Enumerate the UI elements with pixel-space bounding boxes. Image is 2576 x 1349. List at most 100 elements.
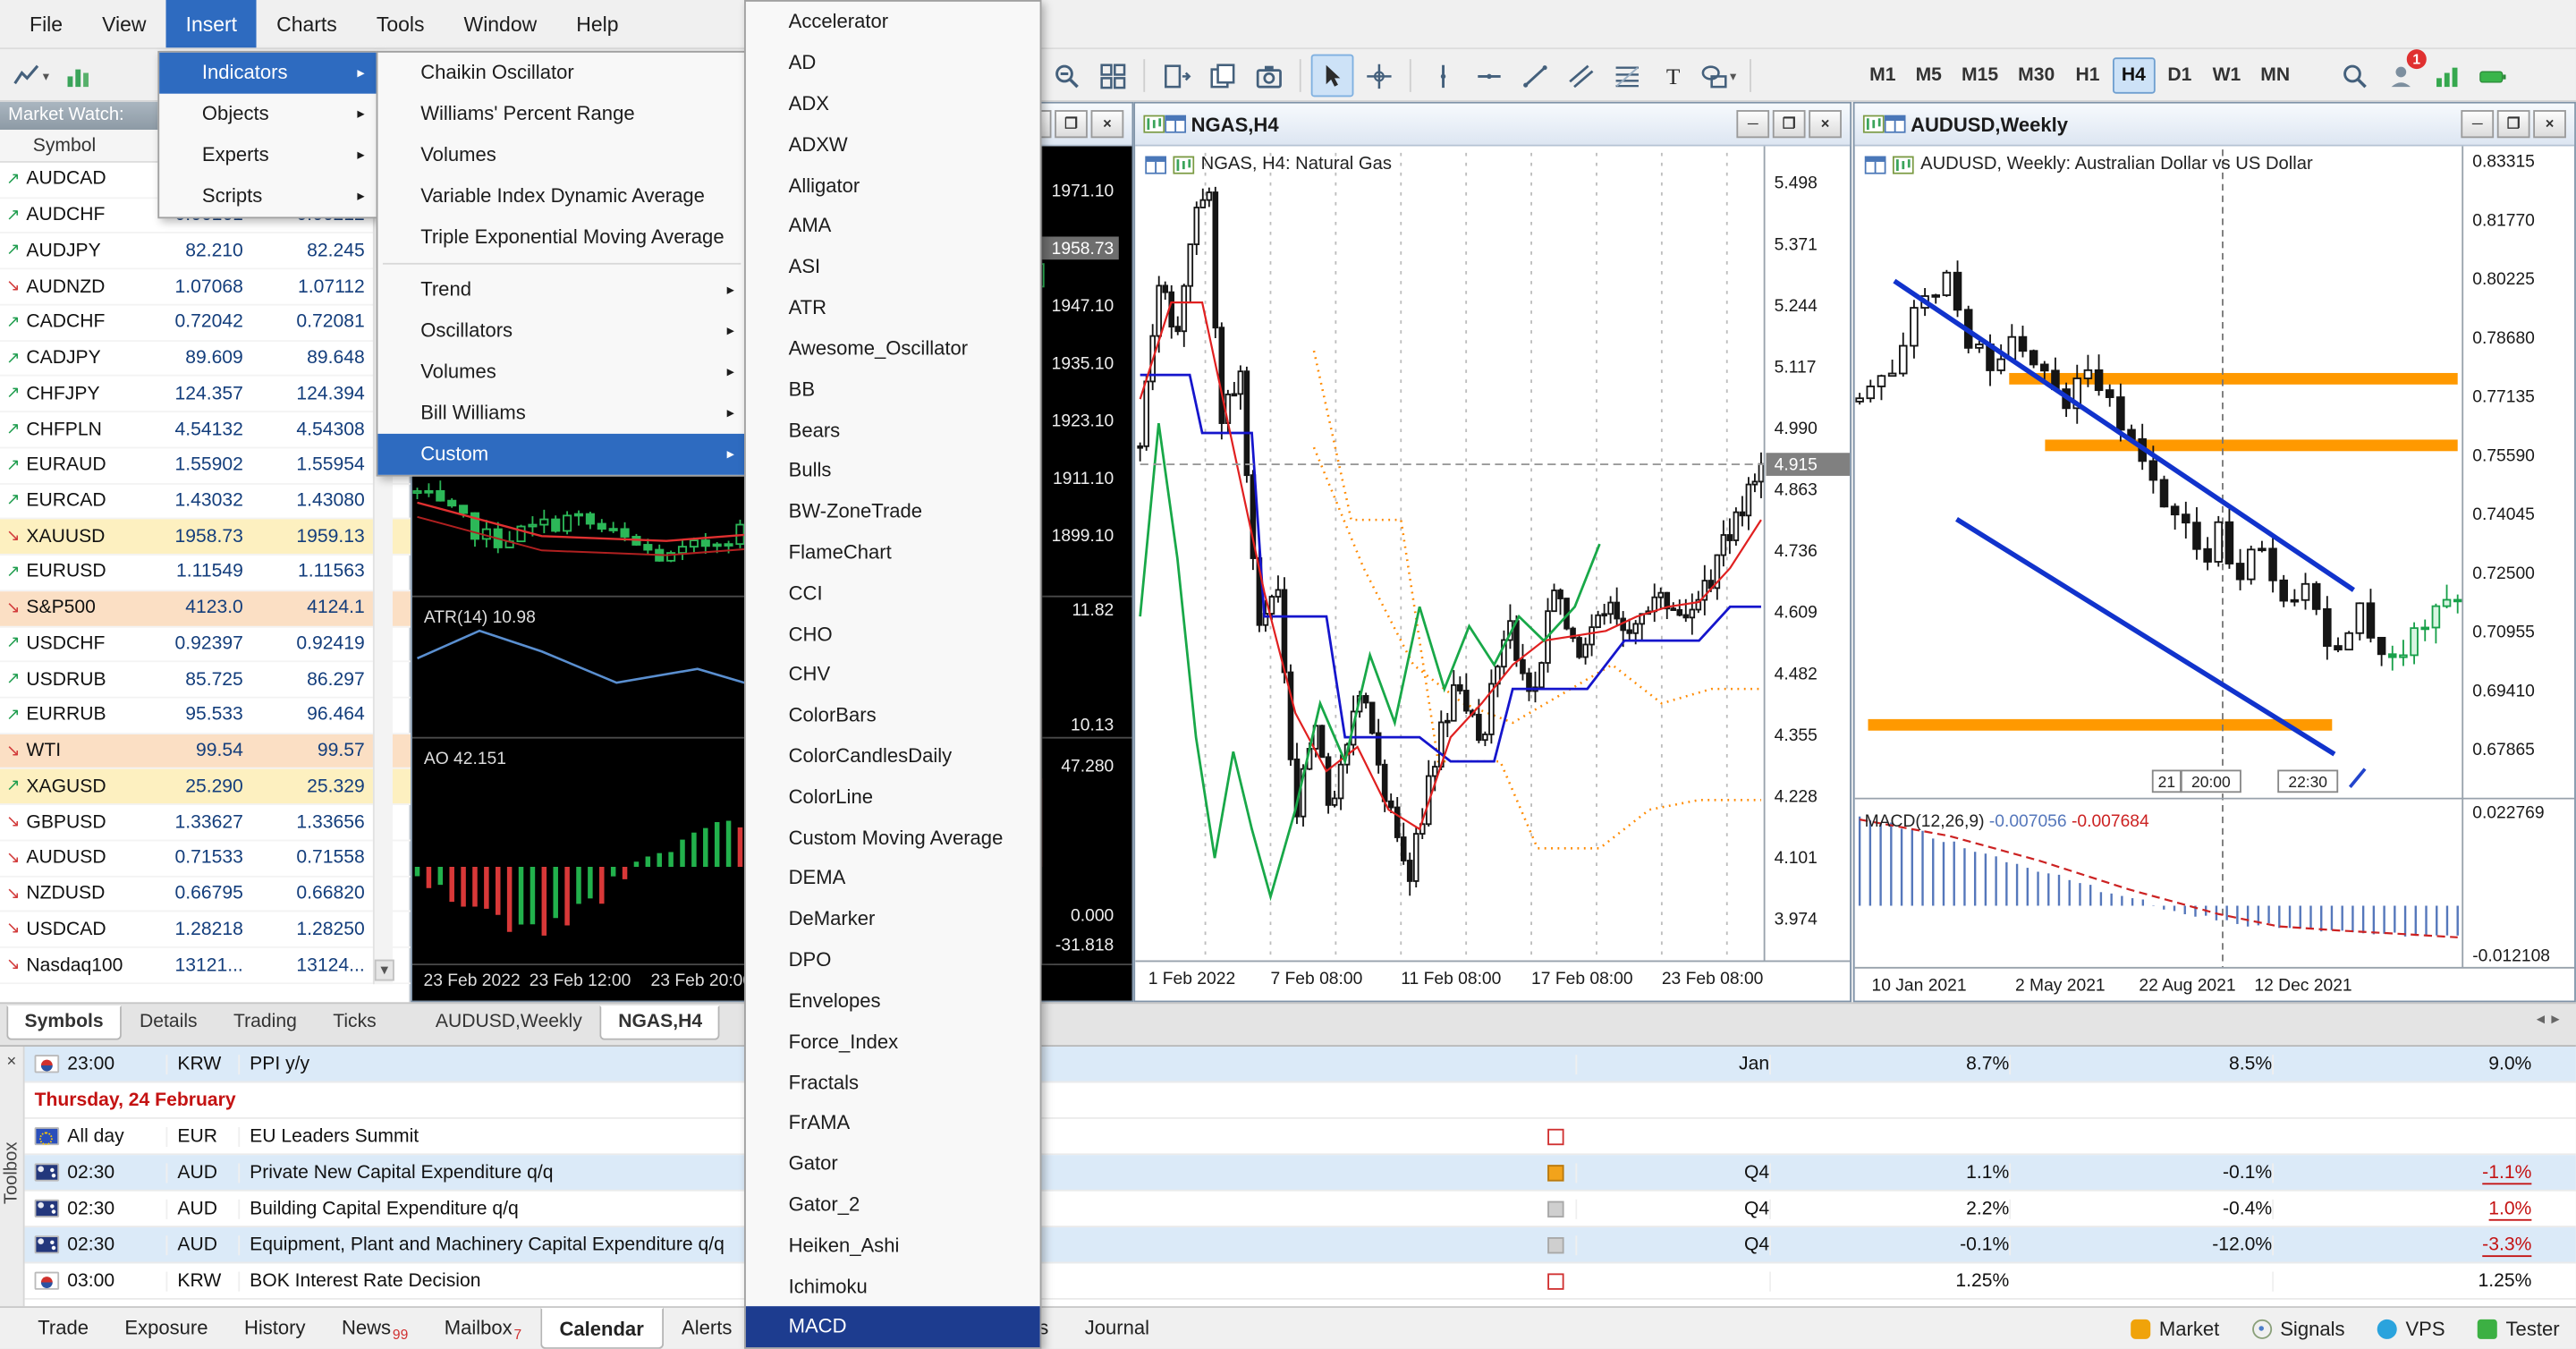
market-watch-row[interactable]: ↘WTI99.5499.57	[0, 734, 411, 770]
custom-indicator-macd[interactable]: MACD	[746, 1306, 1040, 1347]
legend-grid-icon[interactable]	[1865, 156, 1886, 174]
market-watch-row[interactable]: ↘XAUUSD1958.731959.13	[0, 520, 411, 556]
custom-indicator-dpo[interactable]: DPO	[746, 939, 1040, 980]
custom-indicator-gator[interactable]: Gator	[746, 1143, 1040, 1184]
market-watch-row[interactable]: ↗CHFJPY124.357124.394	[0, 377, 411, 412]
custom-indicator-colorbars[interactable]: ColorBars	[746, 695, 1040, 736]
calendar-row[interactable]: 02:30AUDBuilding Capital Expenditure q/q…	[25, 1192, 2576, 1227]
custom-indicator-cci[interactable]: CCI	[746, 573, 1040, 614]
indicator-menu-item[interactable]: Volumes	[377, 135, 745, 176]
close-button[interactable]: ×	[2533, 110, 2566, 138]
custom-indicator-bw-zonetrade[interactable]: BW-ZoneTrade	[746, 491, 1040, 532]
timeframe-mn[interactable]: MN	[2252, 57, 2298, 93]
indicator-menu-item[interactable]: Williams' Percent Range	[377, 94, 745, 135]
market-watch-tab-details[interactable]: Details	[122, 1005, 216, 1040]
toolbox-tab-alerts[interactable]: Alerts	[664, 1308, 750, 1349]
custom-indicator-flamechart[interactable]: FlameChart	[746, 531, 1040, 573]
timeframe-m30[interactable]: M30	[2010, 57, 2063, 93]
insert-menu-item-objects[interactable]: Objects▸	[159, 94, 376, 135]
custom-indicator-adx[interactable]: ADX	[746, 83, 1040, 124]
custom-indicator-colorline[interactable]: ColorLine	[746, 776, 1040, 818]
calendar-row[interactable]	[25, 1300, 2576, 1306]
custom-indicator-demarker[interactable]: DeMarker	[746, 898, 1040, 939]
audusd-chart-canvas[interactable]: AUDUSD, Weekly: Australian Dollar vs US …	[1855, 146, 2574, 1000]
custom-indicator-colorcandlesdaily[interactable]: ColorCandlesDaily	[746, 735, 1040, 776]
calendar-row[interactable]: All dayEUREU Leaders Summit	[25, 1119, 2576, 1155]
market-watch-row[interactable]: ↘S&P5004123.04124.1	[0, 591, 411, 627]
timeframe-h4[interactable]: H4	[2113, 57, 2156, 93]
chart-tab[interactable]: AUDUSD,Weekly	[418, 1005, 600, 1040]
timeframe-m5[interactable]: M5	[1907, 57, 1950, 93]
custom-indicator-alligator[interactable]: Alligator	[746, 165, 1040, 206]
scrollbar-down-button[interactable]: ▼	[375, 960, 394, 981]
market-watch-row[interactable]: ↗CADJPY89.60989.648	[0, 341, 411, 377]
market-watch-row[interactable]: ↘GBPUSD1.336271.33656	[0, 805, 411, 841]
custom-indicator-fractals[interactable]: Fractals	[746, 1062, 1040, 1103]
calendar-row[interactable]: 02:30AUDEquipment, Plant and Machinery C…	[25, 1227, 2576, 1263]
market-watch-row[interactable]: ↘AUDNZD1.070681.07112	[0, 270, 411, 306]
status-item-market[interactable]: Market	[2131, 1317, 2220, 1340]
market-watch-row[interactable]: ↗EURCAD1.430321.43080	[0, 484, 411, 520]
calendar-row[interactable]: 02:30AUDPrivate New Capital Expenditure …	[25, 1155, 2576, 1191]
tile-windows-icon[interactable]	[1091, 55, 1134, 98]
custom-indicator-envelopes[interactable]: Envelopes	[746, 980, 1040, 1022]
close-toolbox-icon[interactable]: ×	[0, 1053, 23, 1071]
toolbox-tab-history[interactable]: History	[226, 1308, 324, 1349]
custom-indicator-bulls[interactable]: Bulls	[746, 450, 1040, 491]
zoom-out-icon[interactable]	[1045, 55, 1088, 98]
market-watch-row[interactable]: ↘Nasdaq10013121...13124...	[0, 948, 411, 984]
calendar-row[interactable]: 03:00KRWBOK Interest Rate Decision1.25%1…	[25, 1263, 2576, 1299]
market-watch-tab-ticks[interactable]: Ticks	[315, 1005, 394, 1040]
legend-grid-icon[interactable]	[1145, 156, 1166, 174]
ngas-chart-svg[interactable]: 5.4985.3715.2445.1174.9904.8634.7364.609…	[1135, 146, 1850, 1000]
cascade-windows-icon[interactable]	[1201, 55, 1244, 98]
toolbox-tab-mailbox[interactable]: Mailbox7	[427, 1308, 540, 1349]
indicator-category-custom[interactable]: Custom▸	[377, 434, 745, 475]
account-icon[interactable]: 1	[2379, 55, 2422, 98]
indicator-menu-item[interactable]: Variable Index Dynamic Average	[377, 176, 745, 217]
market-watch-row[interactable]: ↗CHFPLN4.541324.54308	[0, 412, 411, 448]
insert-menu-item-indicators[interactable]: Indicators▸	[159, 53, 376, 94]
toolbox-tab-journal[interactable]: Journal	[1067, 1308, 1168, 1349]
custom-indicator-chv[interactable]: CHV	[746, 654, 1040, 695]
timeframe-w1[interactable]: W1	[2204, 57, 2249, 93]
chart-tab[interactable]: NGAS,H4	[600, 1005, 720, 1040]
chart-window-audusd-titlebar[interactable]: AUDUSD,Weekly ─ ❐ ×	[1855, 104, 2574, 147]
custom-indicator-accelerator[interactable]: Accelerator	[746, 2, 1040, 43]
custom-indicator-adxw[interactable]: ADXW	[746, 124, 1040, 165]
custom-indicator-asi[interactable]: ASI	[746, 246, 1040, 287]
vertical-line-icon[interactable]	[1421, 55, 1464, 98]
minimize-button[interactable]: ─	[1736, 110, 1769, 138]
market-watch-row[interactable]: ↘USDCAD1.282181.28250	[0, 912, 411, 948]
custom-indicator-ad[interactable]: AD	[746, 42, 1040, 83]
search-icon[interactable]	[2333, 55, 2376, 98]
market-watch-row[interactable]: ↗USDRUB85.72586.297	[0, 663, 411, 699]
toolbox-tab-calendar[interactable]: Calendar	[539, 1308, 663, 1349]
close-button[interactable]: ×	[1091, 110, 1124, 138]
market-watch-row[interactable]: ↗USDCHF0.923970.92419	[0, 627, 411, 663]
market-watch-row[interactable]: ↘NZDUSD0.667950.66820	[0, 877, 411, 912]
legend-chart-icon[interactable]	[1173, 156, 1194, 174]
custom-indicator-atr[interactable]: ATR	[746, 287, 1040, 328]
ngas-chart-canvas[interactable]: NGAS, H4: Natural Gas 5.4985.3715.2445.1…	[1135, 146, 1850, 1000]
screenshot-icon[interactable]	[1247, 55, 1290, 98]
indicator-menu-item[interactable]: Chaikin Oscillator	[377, 53, 745, 94]
battery-icon[interactable]	[2470, 55, 2513, 98]
menubar-item-charts[interactable]: Charts	[257, 0, 357, 47]
levels-icon[interactable]	[2425, 55, 2468, 98]
maximize-button[interactable]: ❐	[2497, 110, 2530, 138]
text-icon[interactable]: T	[1651, 55, 1694, 98]
status-item-vps[interactable]: VPS	[2377, 1317, 2445, 1340]
custom-indicator-force_index[interactable]: Force_Index	[746, 1021, 1040, 1062]
timeframe-m1[interactable]: M1	[1861, 57, 1904, 93]
market-watch-row[interactable]: ↗EURAUD1.559021.55954	[0, 448, 411, 484]
toolbox-tab-exposure[interactable]: Exposure	[106, 1308, 226, 1349]
toolbox-tab-trade[interactable]: Trade	[20, 1308, 106, 1349]
market-watch-row[interactable]: ↗AUDJPY82.21082.245	[0, 234, 411, 270]
status-item-signals[interactable]: Signals	[2252, 1317, 2345, 1340]
toolbox-tab-news[interactable]: News99	[324, 1308, 427, 1349]
close-button[interactable]: ×	[1809, 110, 1842, 138]
custom-indicator-heiken_ashi[interactable]: Heiken_Ashi	[746, 1225, 1040, 1266]
menubar-item-window[interactable]: Window	[444, 0, 556, 47]
status-item-tester[interactable]: Tester	[2478, 1317, 2559, 1340]
